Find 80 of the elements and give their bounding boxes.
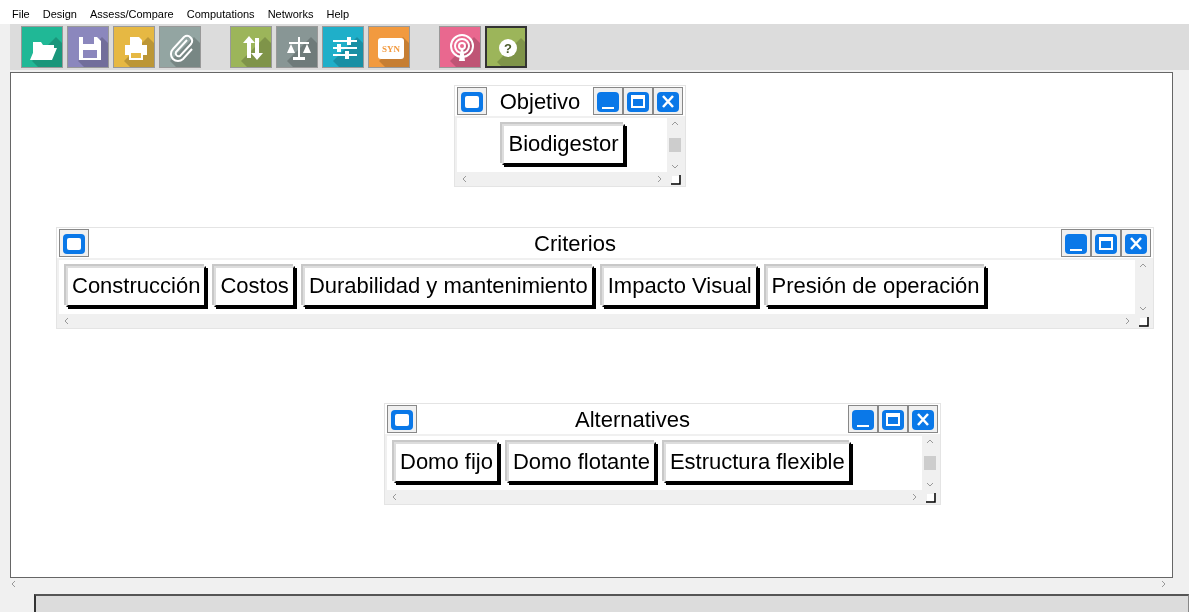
toolbar-button[interactable] bbox=[113, 26, 155, 68]
scroll-up-icon bbox=[1139, 262, 1147, 269]
node-button[interactable]: Construcción bbox=[66, 266, 207, 307]
toolbar-button[interactable]: ? bbox=[485, 26, 527, 68]
maximize-icon bbox=[880, 407, 906, 432]
sliders-icon bbox=[333, 37, 357, 59]
balance-scale-icon bbox=[287, 37, 311, 60]
printer-icon bbox=[125, 37, 147, 60]
node-button[interactable]: Presión de operación bbox=[765, 266, 986, 307]
toolbar-button[interactable] bbox=[230, 26, 272, 68]
toolbar-button[interactable] bbox=[276, 26, 318, 68]
maximize-button[interactable] bbox=[1091, 229, 1121, 257]
node-button[interactable]: Costos bbox=[214, 266, 295, 307]
square-icon bbox=[459, 89, 485, 114]
maximize-button[interactable] bbox=[878, 405, 908, 433]
window-menu-button[interactable] bbox=[457, 87, 487, 115]
scroll-right-icon bbox=[1160, 580, 1167, 588]
scroll-right-icon bbox=[656, 174, 663, 183]
question-mark: ? bbox=[504, 41, 512, 56]
toolbar-button[interactable] bbox=[21, 26, 63, 68]
toolbar-button[interactable] bbox=[67, 26, 109, 68]
minimize-button[interactable] bbox=[1061, 229, 1091, 257]
minimize-button[interactable] bbox=[593, 87, 623, 115]
toolbar-button[interactable] bbox=[322, 26, 364, 68]
scroll-down-icon bbox=[926, 480, 934, 488]
menu-item[interactable]: Design bbox=[40, 6, 79, 24]
minimize-icon bbox=[850, 407, 876, 432]
square-icon bbox=[389, 407, 415, 432]
vertical-scrollbar[interactable] bbox=[667, 118, 683, 172]
syn-label: SYN bbox=[382, 44, 400, 54]
node-button[interactable]: Domo fijo bbox=[394, 442, 499, 483]
close-button[interactable] bbox=[1121, 229, 1151, 257]
toolbar-button[interactable] bbox=[159, 26, 201, 68]
close-icon bbox=[655, 89, 681, 114]
resize-grip-icon bbox=[669, 172, 681, 185]
scroll-down-icon bbox=[671, 162, 679, 170]
scroll-up-icon bbox=[926, 438, 934, 445]
vertical-scrollbar[interactable] bbox=[922, 436, 938, 490]
square-icon bbox=[61, 231, 87, 256]
menu-item[interactable]: Assess/Compare bbox=[88, 6, 176, 24]
window-menu-button[interactable] bbox=[59, 229, 89, 257]
arrows-icon bbox=[243, 36, 263, 60]
vertical-scrollbar[interactable] bbox=[1135, 260, 1151, 314]
minimize-icon bbox=[1063, 231, 1089, 256]
maximize-button[interactable] bbox=[623, 87, 653, 115]
resize-grip-icon bbox=[924, 490, 936, 503]
minimize-button[interactable] bbox=[848, 405, 878, 433]
node-button[interactable]: Durabilidad y mantenimiento bbox=[302, 266, 594, 307]
menu-item[interactable]: Networks bbox=[265, 6, 316, 24]
menu-item[interactable]: File bbox=[10, 6, 32, 24]
close-icon bbox=[1123, 231, 1149, 256]
scroll-left-icon bbox=[63, 316, 70, 325]
close-button[interactable] bbox=[908, 405, 938, 433]
scroll-left-icon bbox=[10, 580, 17, 588]
scroll-left-icon bbox=[391, 492, 398, 501]
close-icon bbox=[910, 407, 936, 432]
menu-item[interactable]: Help bbox=[324, 6, 352, 24]
node-button[interactable]: Impacto Visual bbox=[601, 266, 758, 307]
close-button[interactable] bbox=[653, 87, 683, 115]
scroll-down-icon bbox=[1139, 304, 1147, 312]
scroll-left-icon bbox=[461, 174, 468, 183]
window-title: Alternatives bbox=[574, 405, 691, 434]
resize-grip-icon bbox=[1137, 314, 1149, 327]
window-title: Criterios bbox=[533, 229, 617, 258]
window-menu-button[interactable] bbox=[387, 405, 417, 433]
window-title: Objetivo bbox=[498, 87, 582, 116]
node-button[interactable]: Biodigestor bbox=[502, 124, 625, 165]
node-button[interactable]: Estructura flexible bbox=[663, 442, 851, 483]
minimize-icon bbox=[595, 89, 621, 114]
toolbar-button[interactable] bbox=[439, 26, 481, 68]
menu-item[interactable]: Computations bbox=[184, 6, 257, 24]
folder-icon bbox=[30, 42, 57, 60]
maximize-icon bbox=[1093, 231, 1119, 256]
scroll-up-icon bbox=[671, 120, 679, 127]
maximize-icon bbox=[625, 89, 651, 114]
broadcast-icon bbox=[450, 34, 474, 61]
node-button[interactable]: Domo flotante bbox=[506, 442, 656, 483]
paperclip-icon bbox=[169, 35, 193, 63]
scroll-right-icon bbox=[911, 492, 918, 501]
scroll-right-icon bbox=[1124, 316, 1131, 325]
